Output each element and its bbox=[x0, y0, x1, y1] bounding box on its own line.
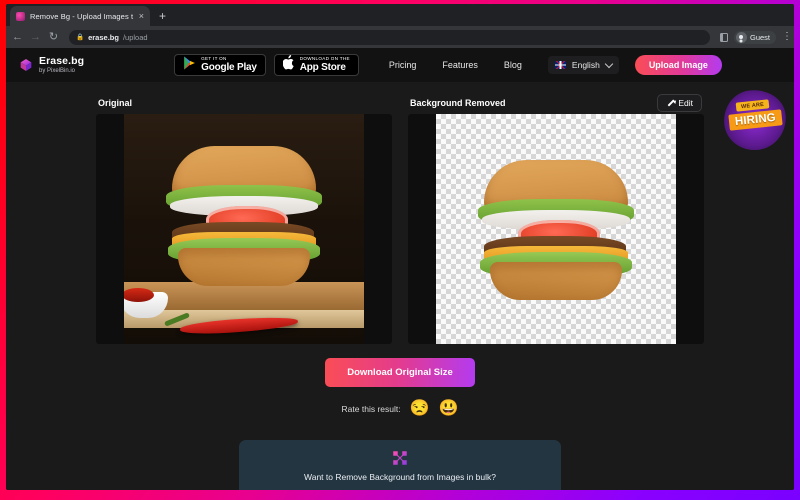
language-label: English bbox=[571, 60, 600, 70]
result-panel: Background Removed Edit bbox=[408, 92, 704, 344]
lock-icon: 🔒 bbox=[76, 34, 85, 41]
original-image-container[interactable] bbox=[96, 114, 392, 344]
original-image bbox=[124, 114, 364, 344]
pencil-icon bbox=[666, 99, 674, 107]
reload-icon[interactable]: ↻ bbox=[48, 31, 59, 43]
rating-row: Rate this result: 😒 😃 bbox=[6, 401, 794, 417]
app-store-button[interactable]: Download on the App Store bbox=[273, 54, 359, 76]
browser-window: Remove Bg - Upload Images t × + ← → ↻ 🔒 … bbox=[6, 4, 794, 490]
nav-link-pricing[interactable]: Pricing bbox=[389, 60, 417, 70]
side-panel-icon[interactable] bbox=[719, 32, 728, 42]
transparency-checkerboard bbox=[436, 114, 676, 344]
forward-icon[interactable]: → bbox=[30, 31, 41, 43]
comparison-panels: Original Background Removed Edit bbox=[6, 82, 794, 344]
result-image bbox=[436, 114, 676, 344]
gradient-frame: Remove Bg - Upload Images t × + ← → ↻ 🔒 … bbox=[0, 0, 800, 500]
app-store-maintext: App Store bbox=[299, 61, 346, 73]
download-row: Download Original Size bbox=[6, 358, 794, 387]
browser-tab-strip: Remove Bg - Upload Images t × + bbox=[6, 4, 794, 26]
tab-title: Remove Bg - Upload Images t bbox=[30, 11, 134, 21]
rating-label: Rate this result: bbox=[341, 404, 401, 414]
pixelbin-x-icon bbox=[391, 451, 409, 471]
main-content: Original Background Removed Edit Downloa… bbox=[6, 82, 794, 490]
new-tab-button[interactable]: + bbox=[150, 6, 175, 26]
url-domain: erase.bg bbox=[88, 32, 119, 42]
url-path: /upload bbox=[122, 32, 148, 42]
uk-flag-icon bbox=[554, 61, 566, 69]
result-panel-title: Background Removed bbox=[410, 98, 506, 108]
back-icon[interactable]: ← bbox=[12, 31, 23, 43]
favicon-icon bbox=[16, 11, 25, 21]
upload-image-button[interactable]: Upload Image bbox=[634, 55, 722, 75]
language-selector[interactable]: English bbox=[547, 56, 619, 74]
logo-title: Erase.bg bbox=[39, 55, 85, 67]
google-play-maintext: Google Play bbox=[201, 61, 257, 73]
site-header: Erase.bg by PixelBin.io GET IT ON Google… bbox=[6, 48, 794, 82]
erasebg-cube-icon bbox=[18, 57, 34, 73]
result-panel-header: Background Removed Edit bbox=[408, 92, 704, 114]
download-original-size-button[interactable]: Download Original Size bbox=[325, 358, 475, 387]
site-nav: Pricing Features Blog bbox=[389, 60, 522, 70]
edit-button-label: Edit bbox=[678, 98, 693, 108]
site-logo[interactable]: Erase.bg by PixelBin.io bbox=[18, 56, 84, 74]
original-panel: Original bbox=[96, 92, 392, 344]
hiring-badge[interactable]: WE ARE HIRING bbox=[720, 85, 790, 155]
avatar bbox=[735, 31, 747, 43]
chevron-down-icon bbox=[604, 59, 614, 68]
bulk-banner-text: Want to Remove Background from Images in… bbox=[304, 472, 496, 482]
bulk-banner[interactable]: Want to Remove Background from Images in… bbox=[239, 440, 561, 490]
original-panel-title: Original bbox=[98, 98, 133, 108]
page-content: Erase.bg by PixelBin.io GET IT ON Google… bbox=[6, 48, 794, 490]
nav-link-blog[interactable]: Blog bbox=[504, 60, 522, 70]
result-image-container[interactable] bbox=[408, 114, 704, 344]
browser-menu-icon[interactable]: ⋮ bbox=[782, 32, 792, 42]
profile-button[interactable]: Guest bbox=[733, 30, 776, 44]
close-tab-icon[interactable]: × bbox=[139, 11, 144, 21]
browser-toolbar: ← → ↻ 🔒 erase.bg /upload Guest ⋮ bbox=[6, 26, 794, 48]
play-triangle-icon bbox=[183, 56, 196, 75]
store-badges: GET IT ON Google Play Download on the Ap… bbox=[174, 54, 359, 76]
address-bar[interactable]: 🔒 erase.bg /upload bbox=[69, 29, 710, 45]
nav-link-features[interactable]: Features bbox=[442, 60, 478, 70]
logo-subtitle: by PixelBin.io bbox=[39, 68, 76, 74]
happy-emoji[interactable]: 😃 bbox=[439, 401, 459, 417]
browser-tab[interactable]: Remove Bg - Upload Images t × bbox=[10, 6, 150, 26]
sad-emoji[interactable]: 😒 bbox=[410, 401, 430, 417]
apple-icon bbox=[282, 55, 295, 75]
edit-button[interactable]: Edit bbox=[657, 94, 702, 112]
google-play-button[interactable]: GET IT ON Google Play bbox=[174, 54, 266, 76]
profile-label: Guest bbox=[749, 32, 770, 42]
original-panel-header: Original bbox=[96, 92, 392, 114]
